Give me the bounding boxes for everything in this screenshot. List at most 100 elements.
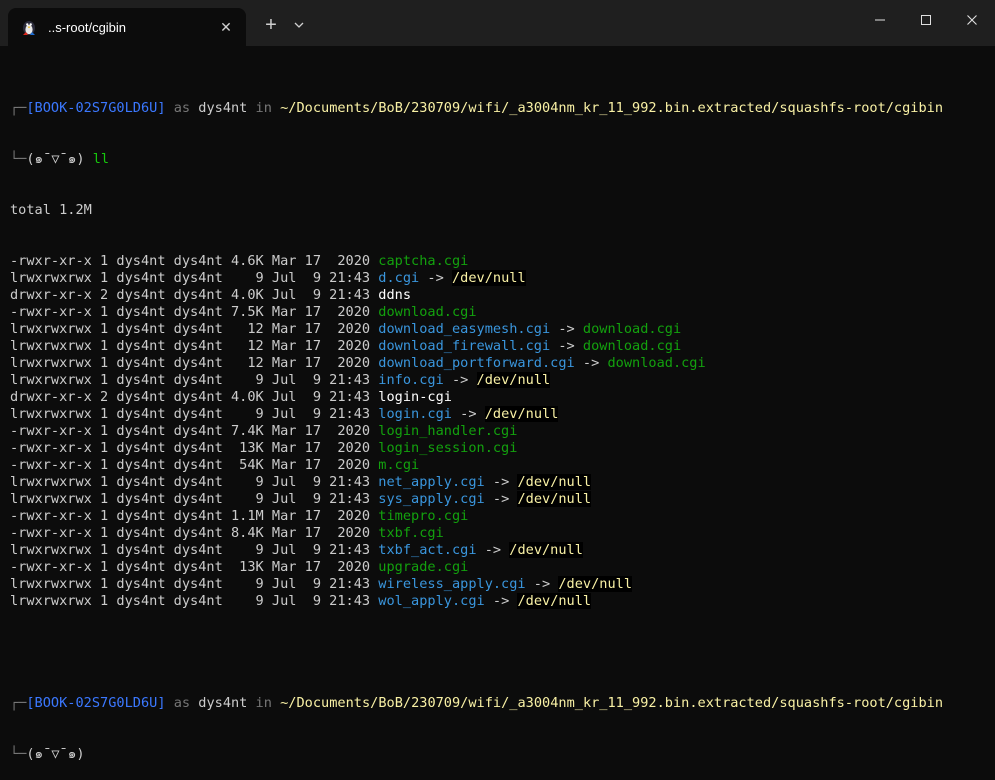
file-name[interactable]: login_handler.cgi [378,423,517,439]
file-name[interactable]: login_session.cgi [378,440,517,456]
file-meta: -rwxr-xr-x 1 dys4nt dys4nt 4.6K Mar 17 2… [10,253,379,269]
prompt-in: in [247,100,281,116]
file-name[interactable]: m.cgi [378,457,419,473]
file-meta: lrwxrwxrwx 1 dys4nt dys4nt 9 Jul 9 21:43 [10,542,379,558]
symlink-arrow: -> [451,406,485,422]
file-name[interactable]: login.cgi [378,406,452,422]
symlink-arrow: -> [484,491,518,507]
minimize-icon[interactable] [857,0,903,40]
file-meta: -rwxr-xr-x 1 dys4nt dys4nt 7.4K Mar 17 2… [10,423,379,439]
symlink-target[interactable]: /dev/null [517,593,592,609]
symlink-arrow: -> [476,542,510,558]
prompt-host: [BOOK-02S7G0LD6U] [26,100,166,116]
file-meta: -rwxr-xr-x 1 dys4nt dys4nt 13K Mar 17 20… [10,559,379,575]
new-tab-button[interactable]: + [258,12,284,38]
symlink-target[interactable]: /dev/null [509,542,583,558]
file-meta: lrwxrwxrwx 1 dys4nt dys4nt 9 Jul 9 21:43 [10,576,379,592]
file-name[interactable]: download_portforward.cgi [378,355,574,371]
symlink-arrow: -> [574,355,608,371]
listing-row: lrwxrwxrwx 1 dys4nt dys4nt 9 Jul 9 21:43… [10,474,990,491]
close-tab-icon[interactable]: ✕ [212,13,240,41]
file-meta: lrwxrwxrwx 1 dys4nt dys4nt 9 Jul 9 21:43 [10,474,379,490]
prompt-as: as [165,100,199,116]
prompt-line: ┌─[BOOK-02S7G0LD6U] as dys4nt in ~/Docum… [10,100,990,117]
symlink-target[interactable]: /dev/null [558,576,633,592]
command-line: └─(๑ˉ▽ˉ๑) ll [10,151,990,168]
symlink-arrow: -> [443,372,477,388]
symlink-arrow: -> [550,321,583,337]
file-name[interactable]: download_easymesh.cgi [378,321,550,337]
file-meta: lrwxrwxrwx 1 dys4nt dys4nt 9 Jul 9 21:43 [10,406,379,422]
prompt-user: dys4nt [198,695,248,711]
listing-row: lrwxrwxrwx 1 dys4nt dys4nt 12 Mar 17 202… [10,321,990,338]
symlink-arrow: -> [419,270,452,286]
file-name[interactable]: login-cgi [378,389,452,405]
prompt-face: (๑ˉ▽ˉ๑) [26,151,85,167]
file-name[interactable]: wireless_apply.cgi [378,576,525,592]
listing-row: -rwxr-xr-x 1 dys4nt dys4nt 1.1M Mar 17 2… [10,508,990,525]
terminal-tab[interactable]: ..s-root/cgibin ✕ [8,8,246,46]
prompt-host: [BOOK-02S7G0LD6U] [26,695,166,711]
file-meta: lrwxrwxrwx 1 dys4nt dys4nt 9 Jul 9 21:43 [10,491,379,507]
file-meta: drwxr-xr-x 2 dys4nt dys4nt 4.0K Jul 9 21… [10,287,379,303]
file-meta: lrwxrwxrwx 1 dys4nt dys4nt 12 Mar 17 202… [10,355,379,371]
file-name[interactable]: ddns [378,287,411,303]
file-name[interactable]: d.cgi [378,270,419,286]
prompt-path: ~/Documents/BoB/230709/wifi/_a3004nm_kr_… [280,695,944,711]
file-name[interactable]: sys_apply.cgi [378,491,484,507]
prompt-corner: ┌─ [10,100,27,116]
symlink-target[interactable]: /dev/null [517,491,592,507]
symlink-target[interactable]: download.cgi [583,321,681,337]
symlink-target[interactable]: /dev/null [476,372,551,388]
prompt-in: in [247,695,281,711]
close-icon[interactable] [949,0,995,40]
symlink-target[interactable]: download.cgi [607,355,705,371]
listing-row: lrwxrwxrwx 1 dys4nt dys4nt 9 Jul 9 21:43… [10,270,990,287]
symlink-target[interactable]: download.cgi [583,338,681,354]
symlink-target[interactable]: /dev/null [517,474,592,490]
symlink-arrow: -> [484,593,518,609]
title-bar: ..s-root/cgibin ✕ + [0,0,995,46]
listing-row: -rwxr-xr-x 1 dys4nt dys4nt 7.5K Mar 17 2… [10,304,990,321]
listing-row: lrwxrwxrwx 1 dys4nt dys4nt 9 Jul 9 21:43… [10,593,990,610]
prompt-corner: └─ [10,151,27,167]
file-name[interactable]: net_apply.cgi [378,474,484,490]
command-text: ll [84,151,110,167]
file-name[interactable]: txbf_act.cgi [378,542,476,558]
listing-row: lrwxrwxrwx 1 dys4nt dys4nt 9 Jul 9 21:43… [10,406,990,423]
tab-title: ..s-root/cgibin [48,19,127,35]
file-meta: -rwxr-xr-x 1 dys4nt dys4nt 7.5K Mar 17 2… [10,304,379,320]
listing-row: -rwxr-xr-x 1 dys4nt dys4nt 4.6K Mar 17 2… [10,253,990,270]
file-name[interactable]: download.cgi [378,304,476,320]
file-name[interactable]: timepro.cgi [378,508,468,524]
file-meta: -rwxr-xr-x 1 dys4nt dys4nt 1.1M Mar 17 2… [10,508,379,524]
terminal-output[interactable]: ┌─[BOOK-02S7G0LD6U] as dys4nt in ~/Docum… [10,66,990,780]
file-name[interactable]: download_firewall.cgi [378,338,550,354]
symlink-arrow: -> [525,576,559,592]
file-meta: -rwxr-xr-x 1 dys4nt dys4nt 13K Mar 17 20… [10,440,379,456]
file-listing: -rwxr-xr-x 1 dys4nt dys4nt 4.6K Mar 17 2… [10,253,990,610]
prompt-corner: ┌─ [10,695,27,711]
listing-row: lrwxrwxrwx 1 dys4nt dys4nt 12 Mar 17 202… [10,355,990,372]
symlink-target[interactable]: /dev/null [484,406,559,422]
file-meta: lrwxrwxrwx 1 dys4nt dys4nt 9 Jul 9 21:43 [10,270,379,286]
chevron-down-icon[interactable] [288,12,310,38]
prompt-face: (๑ˉ▽ˉ๑) [26,746,85,762]
file-name[interactable]: captcha.cgi [378,253,468,269]
listing-row: lrwxrwxrwx 1 dys4nt dys4nt 12 Mar 17 202… [10,338,990,355]
file-meta: -rwxr-xr-x 1 dys4nt dys4nt 8.4K Mar 17 2… [10,525,379,541]
maximize-icon[interactable] [903,0,949,40]
symlink-target[interactable]: /dev/null [451,270,526,286]
file-name[interactable]: info.cgi [378,372,443,388]
prompt-path: ~/Documents/BoB/230709/wifi/_a3004nm_kr_… [280,100,944,116]
file-meta: lrwxrwxrwx 1 dys4nt dys4nt 12 Mar 17 202… [10,321,379,337]
listing-row: -rwxr-xr-x 1 dys4nt dys4nt 7.4K Mar 17 2… [10,423,990,440]
file-name[interactable]: txbf.cgi [378,525,443,541]
file-meta: -rwxr-xr-x 1 dys4nt dys4nt 54K Mar 17 20… [10,457,379,473]
file-name[interactable]: upgrade.cgi [378,559,468,575]
input-line[interactable]: └─(๑ˉ▽ˉ๑) [10,746,990,763]
symlink-arrow: -> [550,338,583,354]
listing-row: lrwxrwxrwx 1 dys4nt dys4nt 9 Jul 9 21:43… [10,542,990,559]
file-name[interactable]: wol_apply.cgi [378,593,484,609]
